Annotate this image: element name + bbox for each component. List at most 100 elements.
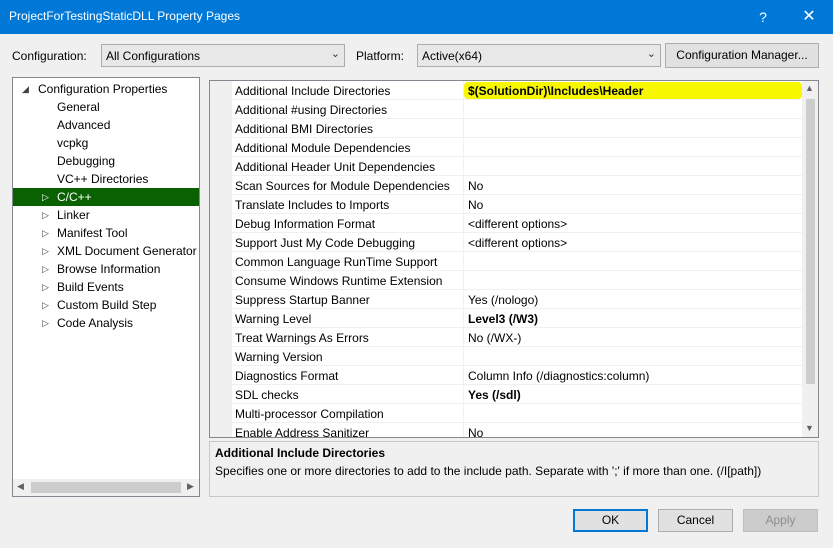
column-divider bbox=[463, 347, 464, 366]
property-name: Treat Warnings As Errors bbox=[235, 331, 369, 345]
apply-button[interactable]: Apply bbox=[743, 509, 818, 532]
property-row[interactable]: Translate Includes to Imports No bbox=[232, 195, 802, 214]
ok-button[interactable]: OK bbox=[573, 509, 648, 532]
tree-horizontal-scrollbar[interactable]: ◀ ▶ bbox=[13, 479, 199, 496]
expand-triangle-icon[interactable]: ▷ bbox=[42, 260, 49, 278]
collapse-triangle-icon[interactable]: ◢ bbox=[22, 80, 29, 98]
configuration-manager-button[interactable]: Configuration Manager... bbox=[665, 43, 819, 68]
property-row[interactable]: Additional Module Dependencies bbox=[232, 138, 802, 157]
column-divider bbox=[463, 138, 464, 157]
window-title: ProjectForTestingStaticDLL Property Page… bbox=[9, 9, 240, 23]
property-name: Warning Version bbox=[235, 350, 323, 364]
tree-item-debugging[interactable]: Debugging bbox=[13, 152, 199, 170]
property-value[interactable]: <different options> bbox=[468, 236, 567, 250]
column-divider bbox=[463, 290, 464, 309]
property-value[interactable]: No (/WX-) bbox=[468, 331, 521, 345]
property-row[interactable]: Treat Warnings As Errors No (/WX-) bbox=[232, 328, 802, 347]
property-row[interactable]: Debug Information Format <different optio… bbox=[232, 214, 802, 233]
property-value[interactable]: Level3 (/W3) bbox=[468, 312, 538, 326]
property-name: Consume Windows Runtime Extension bbox=[235, 274, 443, 288]
tree-item-label: General bbox=[57, 100, 100, 114]
chevron-down-icon: ⌄ bbox=[646, 48, 656, 60]
tree-item-build-events[interactable]: ▷ Build Events bbox=[13, 278, 199, 296]
tree-item-label: Manifest Tool bbox=[57, 226, 128, 240]
help-button[interactable]: ? bbox=[740, 0, 786, 34]
property-name: Warning Level bbox=[235, 312, 312, 326]
column-divider bbox=[463, 271, 464, 290]
property-row[interactable]: Suppress Startup Banner Yes (/nologo) bbox=[232, 290, 802, 309]
property-name: Diagnostics Format bbox=[235, 369, 339, 383]
property-row[interactable]: Additional BMI Directories bbox=[232, 119, 802, 138]
column-divider bbox=[463, 176, 464, 195]
property-row[interactable]: SDL checks Yes (/sdl) bbox=[232, 385, 802, 404]
scroll-right-icon[interactable]: ▶ bbox=[187, 481, 194, 492]
tree-item-linker[interactable]: ▷ Linker bbox=[13, 206, 199, 224]
platform-dropdown[interactable]: Active(x64) ⌄ bbox=[417, 44, 661, 67]
property-row[interactable]: Warning Version bbox=[232, 347, 802, 366]
expand-triangle-icon[interactable]: ▷ bbox=[42, 278, 49, 296]
property-value[interactable]: No bbox=[468, 179, 483, 193]
expand-triangle-icon[interactable]: ▷ bbox=[42, 224, 49, 242]
grid-vertical-scrollbar[interactable]: ▲ ▼ bbox=[802, 81, 818, 437]
configuration-dropdown[interactable]: All Configurations ⌄ bbox=[101, 44, 345, 67]
scroll-thumb[interactable] bbox=[806, 99, 815, 384]
tree-item-manifest-tool[interactable]: ▷ Manifest Tool bbox=[13, 224, 199, 242]
expand-triangle-icon[interactable]: ▷ bbox=[42, 314, 49, 332]
property-row[interactable]: Consume Windows Runtime Extension bbox=[232, 271, 802, 290]
scroll-down-icon[interactable]: ▼ bbox=[805, 423, 814, 433]
property-value[interactable]: $(SolutionDir)\Includes\Header bbox=[468, 84, 643, 98]
property-row[interactable]: Enable Address Sanitizer No bbox=[232, 423, 802, 437]
property-row[interactable]: Diagnostics Format Column Info (/diagnost… bbox=[232, 366, 802, 385]
tree-item-advanced[interactable]: Advanced bbox=[13, 116, 199, 134]
tree-item-xml-document-generator[interactable]: ▷ XML Document Generator bbox=[13, 242, 199, 260]
expand-triangle-icon[interactable]: ▷ bbox=[42, 296, 49, 314]
column-divider bbox=[463, 252, 464, 271]
property-name: Additional #using Directories bbox=[235, 103, 388, 117]
cancel-button[interactable]: Cancel bbox=[658, 509, 733, 532]
description-pane: Additional Include Directories Specifies… bbox=[209, 441, 819, 497]
platform-label: Platform: bbox=[356, 49, 405, 63]
property-name: Suppress Startup Banner bbox=[235, 293, 370, 307]
property-row[interactable]: Multi-processor Compilation bbox=[232, 404, 802, 423]
tree-item-vc-directories[interactable]: VC++ Directories bbox=[13, 170, 199, 188]
column-divider bbox=[463, 214, 464, 233]
property-row[interactable]: Scan Sources for Module Dependencies No bbox=[232, 176, 802, 195]
tree-item-custom-build-step[interactable]: ▷ Custom Build Step bbox=[13, 296, 199, 314]
expand-triangle-icon[interactable]: ▷ bbox=[42, 242, 49, 260]
tree-item-browse-information[interactable]: ▷ Browse Information bbox=[13, 260, 199, 278]
property-row[interactable]: Warning Level Level3 (/W3) bbox=[232, 309, 802, 328]
tree-item-label: Advanced bbox=[57, 118, 111, 132]
property-row[interactable]: Additional Include Directories $(Solution… bbox=[232, 81, 802, 100]
expand-triangle-icon[interactable]: ▷ bbox=[42, 206, 49, 224]
property-value[interactable]: <different options> bbox=[468, 217, 567, 231]
property-row[interactable]: Additional Header Unit Dependencies bbox=[232, 157, 802, 176]
tree-item-code-analysis[interactable]: ▷ Code Analysis bbox=[13, 314, 199, 332]
description-title: Additional Include Directories bbox=[215, 446, 386, 460]
scroll-up-icon[interactable]: ▲ bbox=[805, 83, 814, 93]
close-button[interactable]: ✕ bbox=[786, 0, 832, 34]
property-row[interactable]: Common Language RunTime Support bbox=[232, 252, 802, 271]
property-grid[interactable]: Additional Include Directories $(Solution… bbox=[209, 80, 819, 438]
scroll-thumb[interactable] bbox=[31, 482, 181, 493]
tree-item-c-c[interactable]: ▷ C/C++ bbox=[13, 188, 199, 206]
tree-item-label: Linker bbox=[57, 208, 90, 222]
column-divider bbox=[463, 404, 464, 423]
property-tree[interactable]: ◢ Configuration Properties General Advanc… bbox=[12, 77, 200, 497]
property-value[interactable]: Yes (/nologo) bbox=[468, 293, 538, 307]
expand-triangle-icon[interactable]: ▷ bbox=[42, 188, 49, 206]
tree-item-general[interactable]: General bbox=[13, 98, 199, 116]
tree-item-label: Custom Build Step bbox=[57, 298, 157, 312]
property-value[interactable]: No bbox=[468, 198, 483, 212]
tree-item-label: Debugging bbox=[57, 154, 116, 168]
property-value[interactable]: No bbox=[468, 426, 483, 437]
configuration-value: All Configurations bbox=[106, 49, 201, 63]
column-divider bbox=[463, 423, 464, 437]
property-value[interactable]: Yes (/sdl) bbox=[468, 388, 521, 402]
property-value[interactable]: Column Info (/diagnostics:column) bbox=[468, 369, 649, 383]
property-row[interactable]: Support Just My Code Debugging <different… bbox=[232, 233, 802, 252]
tree-item-vcpkg[interactable]: vcpkg bbox=[13, 134, 199, 152]
property-row[interactable]: Additional #using Directories bbox=[232, 100, 802, 119]
property-name: Additional BMI Directories bbox=[235, 122, 374, 136]
scroll-left-icon[interactable]: ◀ bbox=[17, 481, 24, 492]
tree-root-configuration-properties[interactable]: ◢ Configuration Properties bbox=[13, 80, 199, 98]
